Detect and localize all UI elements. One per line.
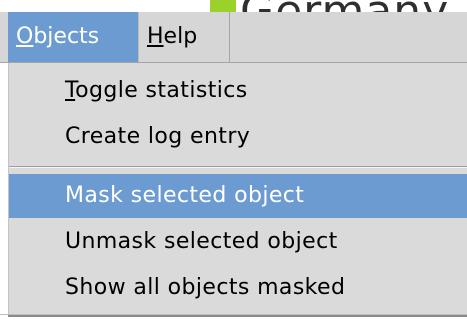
mask-selected-object-label: Mask selected object <box>65 183 305 208</box>
toggle-statistics-mnemonic: T <box>65 78 76 103</box>
menu-item-toggle-statistics[interactable]: Toggle statistics <box>9 69 467 113</box>
menu-help[interactable]: Help <box>138 12 230 62</box>
unmask-selected-object-label: Unmask selected object <box>65 229 338 254</box>
screen: Germany M Objects Help Toggle statistics… <box>0 0 467 322</box>
menu-objects-mnemonic: O <box>16 24 34 49</box>
window-app-icon <box>210 0 236 12</box>
menu-item-create-log-entry[interactable]: Create log entry <box>9 115 467 159</box>
menu-item-mask-selected-object[interactable]: Mask selected object <box>9 174 467 218</box>
menu-objects[interactable]: Objects <box>8 12 138 62</box>
toggle-statistics-label: oggle statistics <box>75 78 248 103</box>
objects-dropdown-menu: Toggle statistics Create log entry Mask … <box>8 63 467 315</box>
menu-separator <box>9 166 467 168</box>
show-all-objects-masked-label: Show all objects masked <box>65 275 346 300</box>
create-log-entry-label: Create log entry <box>65 124 251 149</box>
menu-help-mnemonic: H <box>147 24 164 49</box>
menu-objects-label: bjects <box>33 24 100 49</box>
menu-help-label: elp <box>163 24 198 49</box>
menubar: Objects Help <box>0 12 467 63</box>
dropdown-bottom-border <box>8 315 467 317</box>
menu-item-show-all-objects-masked[interactable]: Show all objects masked <box>9 266 467 310</box>
menu-item-unmask-selected-object[interactable]: Unmask selected object <box>9 220 467 264</box>
